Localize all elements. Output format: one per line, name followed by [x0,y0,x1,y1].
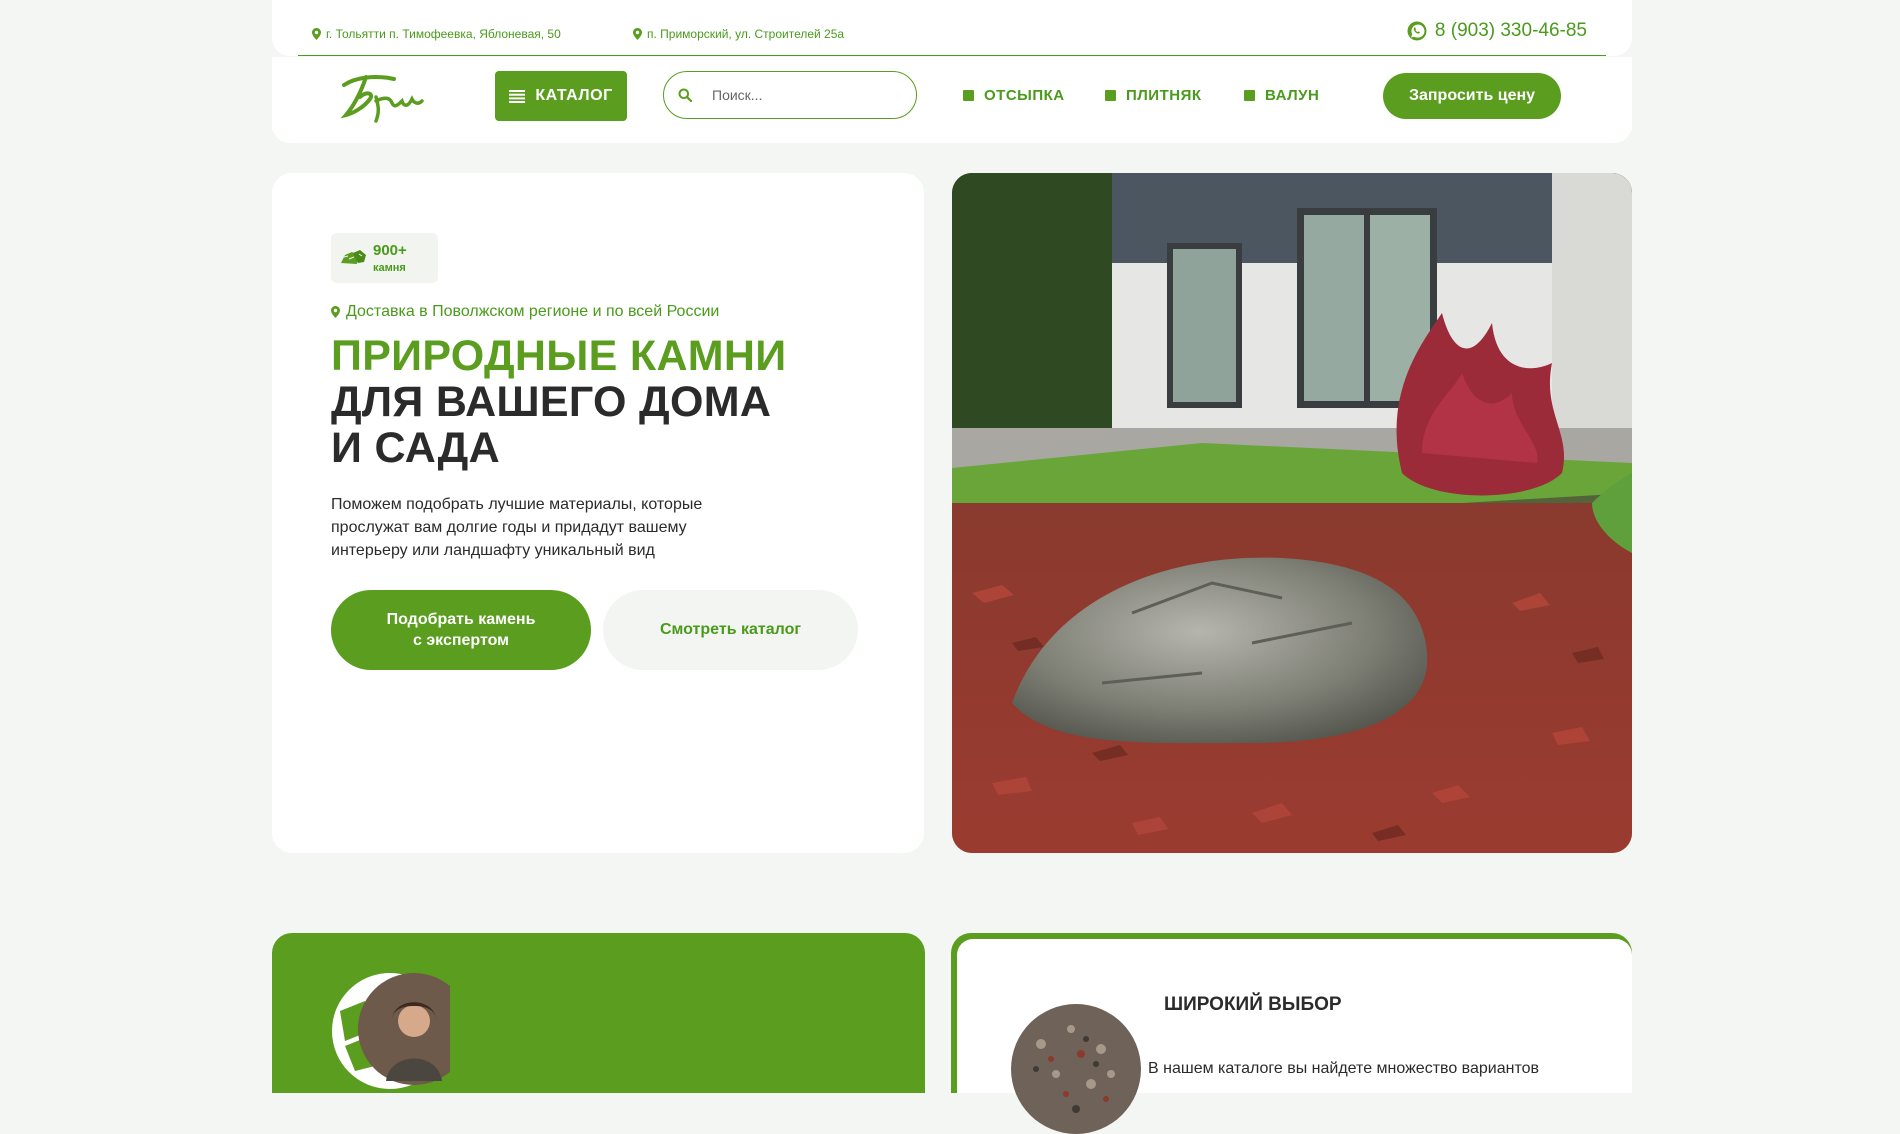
nav-label: ВАЛУН [1265,87,1320,104]
location-pin-icon [312,28,321,40]
search-icon[interactable] [678,88,692,102]
nav-otsypka[interactable]: ОТСЫПКА [963,87,1065,104]
main-header: КАТАЛОГ ОТСЫПКА ПЛИТНЯК ВАЛУН Запросить … [272,57,1632,143]
top-info-bar: г. Тольятти п. Тимофеевка, Яблоневая, 50… [272,0,1632,56]
nav-plitnyak[interactable]: ПЛИТНЯК [1105,87,1202,104]
pick-with-expert-button[interactable]: Подобрать камень с экспертом [331,590,591,670]
search-input[interactable] [710,86,884,104]
stones-icon [341,250,366,264]
wide-choice-card: ШИРОКИЙ ВЫБОР В нашем каталоге вы найдет… [951,933,1632,1134]
menu-icon [509,89,526,103]
stone-count-badge: 900+ камня [331,233,438,283]
view-catalog-button[interactable]: Смотреть каталог [603,590,858,670]
catalog-label: КАТАЛОГ [535,87,613,104]
button-line: с экспертом [412,632,510,649]
request-price-button[interactable]: Запросить цену [1383,73,1561,119]
delivery-text: Доставка в Поволжском регионе и по всей … [346,303,720,320]
garden-stone-image [952,173,1632,853]
square-bullet-icon [963,90,974,101]
address-tolyatti[interactable]: г. Тольятти п. Тимофеевка, Яблоневая, 50 [312,27,561,41]
card-title: ШИРОКИЙ ВЫБОР [1164,994,1342,1015]
whatsapp-icon [1407,21,1427,41]
location-pin-icon [331,306,340,318]
expert-card [272,933,925,1093]
phone-link[interactable]: 8 (903) 330-46-85 [1407,20,1587,42]
card-body: ШИРОКИЙ ВЫБОР В нашем каталоге вы найдет… [957,939,1632,1134]
expert-avatar [332,973,450,1089]
gravel-image [1011,1004,1141,1134]
nav-valun[interactable]: ВАЛУН [1244,87,1319,104]
address-text: г. Тольятти п. Тимофеевка, Яблоневая, 50 [326,27,561,41]
square-bullet-icon [1105,90,1116,101]
badge-unit: камня [373,262,406,274]
square-bullet-icon [1244,90,1255,101]
hero-photo [952,173,1632,853]
badge-count: 900+ [373,242,407,259]
button-line: Подобрать камень [386,611,536,628]
search-box [663,71,917,119]
location-pin-icon [633,28,642,40]
hero-card: 900+ камня Доставка в Поволжском регионе… [272,173,924,853]
hero-description: Поможем подобрать лучшие материалы, кото… [331,496,703,559]
phone-number: 8 (903) 330-46-85 [1434,20,1587,41]
brand-logo[interactable] [336,67,426,127]
nav-label: ПЛИТНЯК [1126,87,1202,104]
hero-title: ПРИРОДНЫЕ КАМНИ ДЛЯ ВАШЕГО ДОМА И САДА [331,333,786,471]
hero-title-line: ПРИРОДНЫЕ КАМНИ [331,332,787,380]
address-text: п. Приморский, ул. Строителей 25а [647,27,845,41]
delivery-note: Доставка в Поволжском регионе и по всей … [331,303,719,321]
card-text: В нашем каталоге вы найдете множество ва… [1148,1060,1540,1077]
nav-label: ОТСЫПКА [984,87,1065,104]
divider [298,55,1606,56]
hero-title-line: И САДА [331,424,500,472]
hero-title-line: ДЛЯ ВАШЕГО ДОМА [331,378,772,426]
catalog-button[interactable]: КАТАЛОГ [495,71,627,121]
address-primorsky[interactable]: п. Приморский, ул. Строителей 25а [633,27,844,41]
